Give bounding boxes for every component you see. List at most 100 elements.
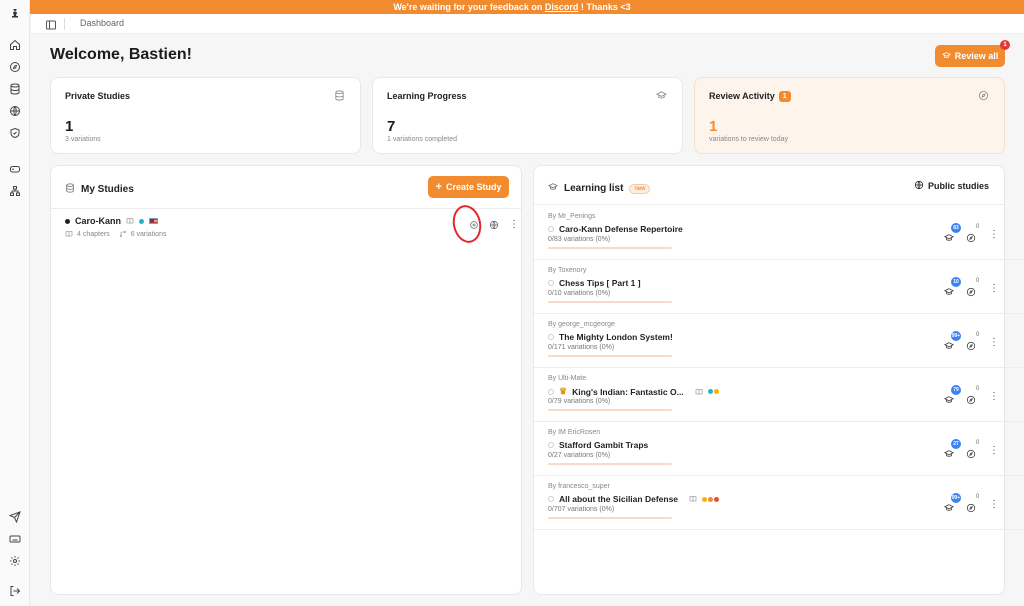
list-item[interactable]: By george_mcgeorge The Mighty London Sys… bbox=[534, 314, 1024, 368]
author: By Toxenory bbox=[548, 267, 587, 274]
item-title-text: Stafford Gambit Traps bbox=[559, 440, 649, 450]
crown-icon: ♛ bbox=[559, 386, 568, 396]
graduation-cap-icon bbox=[655, 88, 668, 100]
item-actions: 27 0 ⋮ bbox=[943, 439, 1014, 459]
shield-icon[interactable] bbox=[8, 126, 22, 140]
graduation-cap-icon bbox=[941, 51, 951, 62]
progress-bar bbox=[548, 409, 672, 411]
stat-sub: 1 variations completed bbox=[387, 136, 458, 143]
compass-icon[interactable] bbox=[966, 446, 976, 459]
review-all-button[interactable]: Review all bbox=[935, 45, 1005, 67]
count-badge: 79 bbox=[951, 385, 961, 395]
list-item[interactable]: By Ulti-Mate ♛ King's Indian: Fantastic … bbox=[534, 368, 1024, 422]
database-icon[interactable] bbox=[8, 82, 22, 96]
progress-bar bbox=[548, 517, 672, 519]
private-studies-card: Private Studies 1 3 variations bbox=[50, 77, 361, 154]
public-studies-link[interactable]: Public studies bbox=[914, 180, 989, 192]
item-title-text: Chess Tips [ Part 1 ] bbox=[559, 278, 641, 288]
compass-icon[interactable] bbox=[8, 60, 22, 74]
compass-icon[interactable] bbox=[966, 338, 976, 351]
count-badge: 83 bbox=[951, 223, 961, 233]
database-icon bbox=[65, 183, 75, 196]
sidebar bbox=[0, 0, 30, 606]
study-meta: 4 chapters 6 variations bbox=[65, 230, 166, 238]
progress-bar bbox=[548, 247, 672, 249]
chess-piece-icon[interactable] bbox=[8, 6, 22, 20]
more-options-icon[interactable]: ⋮ bbox=[989, 283, 999, 294]
more-options-icon[interactable]: ⋮ bbox=[989, 391, 999, 402]
more-options-icon[interactable]: ⋮ bbox=[989, 499, 999, 510]
progress-ring bbox=[548, 226, 554, 232]
zero-count: 0 bbox=[976, 440, 980, 446]
discord-link[interactable]: Discord bbox=[545, 2, 579, 12]
item-title-text: Caro-Kann Defense Repertoire bbox=[559, 224, 683, 234]
item-title: ♛ King's Indian: Fantastic O... bbox=[548, 386, 719, 397]
divider bbox=[51, 208, 521, 209]
compass-icon[interactable] bbox=[966, 500, 976, 513]
author: By IM EricRosen bbox=[548, 429, 601, 436]
branch-icon bbox=[119, 230, 127, 238]
list-item[interactable]: By francesco_super All about the Sicilia… bbox=[534, 476, 1024, 530]
globe-icon[interactable] bbox=[489, 220, 499, 230]
database-icon bbox=[334, 88, 346, 101]
stat-title: Private Studies bbox=[65, 91, 131, 101]
author: By Mr_Penings bbox=[548, 213, 596, 220]
divider bbox=[534, 204, 1004, 205]
item-sub: 0/707 variations (0%) bbox=[548, 506, 615, 513]
study-item[interactable]: Caro-Kann 4 chapters 6 variations ⋮ bbox=[65, 216, 519, 246]
item-sub: 0/27 variations (0%) bbox=[548, 452, 611, 459]
stat-title-text: Review Activity bbox=[709, 91, 775, 101]
globe-icon[interactable] bbox=[8, 104, 22, 118]
add-to-learning-icon[interactable] bbox=[469, 220, 479, 230]
book-icon bbox=[65, 230, 73, 238]
progress-ring bbox=[548, 280, 554, 286]
more-options-icon[interactable]: ⋮ bbox=[509, 220, 519, 230]
compass-icon[interactable] bbox=[966, 230, 976, 243]
item-actions: 99+ 0 ⋮ bbox=[943, 493, 1014, 513]
zero-count: 0 bbox=[976, 278, 980, 284]
list-item[interactable]: By IM EricRosen Stafford Gambit Traps 0/… bbox=[534, 422, 1024, 476]
list-item[interactable]: By Toxenory Chess Tips [ Part 1 ] 0/10 v… bbox=[534, 260, 1024, 314]
color-dots bbox=[707, 389, 719, 394]
progress-ring bbox=[548, 334, 554, 340]
compass-icon[interactable] bbox=[966, 392, 976, 405]
zero-count: 0 bbox=[976, 386, 980, 392]
item-title: The Mighty London System! bbox=[548, 332, 673, 342]
book-icon bbox=[695, 388, 703, 396]
more-options-icon[interactable]: ⋮ bbox=[989, 445, 999, 456]
logout-icon[interactable] bbox=[8, 584, 22, 598]
gamepad-icon[interactable] bbox=[8, 162, 22, 176]
topbar: Dashboard bbox=[31, 14, 1024, 34]
color-dots bbox=[702, 496, 720, 502]
progress-ring bbox=[548, 442, 554, 448]
graduation-cap-icon bbox=[547, 182, 559, 195]
more-options-icon[interactable]: ⋮ bbox=[989, 229, 999, 240]
panel-title: My Studies bbox=[65, 183, 134, 196]
author: By francesco_super bbox=[548, 483, 610, 490]
gear-icon[interactable] bbox=[8, 554, 22, 568]
more-options-icon[interactable]: ⋮ bbox=[989, 337, 999, 348]
breadcrumb[interactable]: Dashboard bbox=[80, 18, 124, 28]
plus-icon: + bbox=[435, 181, 442, 193]
create-study-label: Create Study bbox=[445, 182, 502, 192]
chapter-count: 4 chapters bbox=[77, 230, 110, 238]
review-activity-card[interactable]: Review Activity 1 1 variations to review … bbox=[694, 77, 1005, 154]
create-study-button[interactable]: + Create Study bbox=[428, 176, 509, 198]
sitemap-icon[interactable] bbox=[8, 184, 22, 198]
color-dot bbox=[139, 218, 145, 224]
keyboard-icon[interactable] bbox=[8, 532, 22, 546]
item-actions: 99+ 0 ⋮ bbox=[943, 331, 1014, 351]
stat-value: 1 bbox=[65, 118, 74, 135]
status-dot bbox=[65, 218, 70, 224]
count-badge: 27 bbox=[951, 439, 961, 449]
banner-text-end: ! Thanks <3 bbox=[578, 2, 631, 12]
home-icon[interactable] bbox=[8, 38, 22, 52]
new-badge: new bbox=[629, 183, 651, 194]
item-sub: 0/171 variations (0%) bbox=[548, 344, 615, 351]
stat-title: Review Activity 1 bbox=[709, 91, 791, 103]
globe-icon bbox=[914, 180, 924, 192]
list-item[interactable]: By Mr_Penings Caro-Kann Defense Repertoi… bbox=[534, 206, 1024, 260]
send-icon[interactable] bbox=[8, 510, 22, 524]
compass-icon[interactable] bbox=[966, 284, 976, 297]
sidebar-toggle-icon[interactable] bbox=[45, 18, 57, 30]
